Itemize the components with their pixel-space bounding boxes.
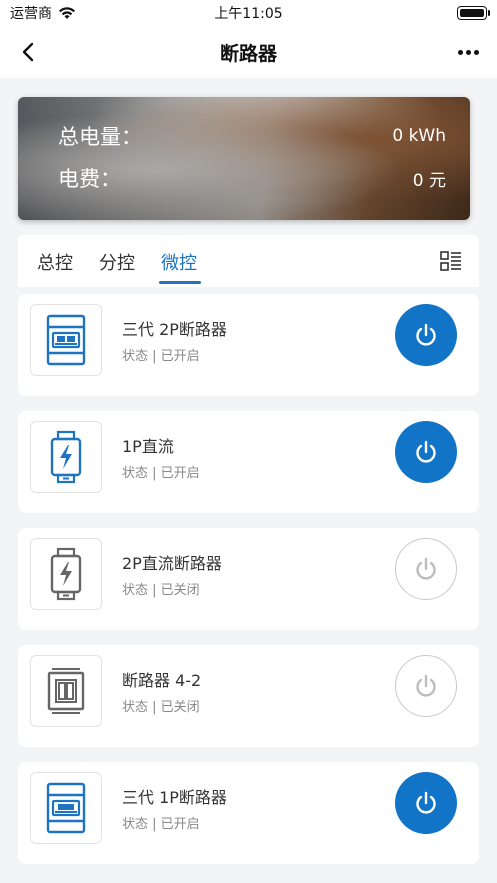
device-card[interactable]: 三代 1P断路器 状态 | 已开启 [18,762,479,864]
more-dot-icon [473,49,479,55]
control-tabs: 总控 分控 微控 [18,235,479,287]
energy-summary-card: 总电量： 0 kWh 电费： 0 元 [18,97,470,220]
status-bar: 运营商 上午11:05 [0,0,497,26]
tab-micro-control[interactable]: 微控 [161,249,197,275]
electricity-fee-row: 电费： 0 元 [58,163,446,193]
device-icon-box [30,538,102,610]
electricity-fee-label: 电费： [58,167,121,191]
device-icon-box [30,304,102,376]
power-icon [416,791,436,814]
breaker-gen3-icon [46,782,86,834]
device-icon-box [30,655,102,727]
breaker-panel-icon [47,668,85,714]
breaker-gen3-icon [46,314,86,366]
power-toggle-button[interactable] [395,655,457,717]
power-icon [416,674,436,697]
status-left: 运营商 [10,3,76,23]
list-view-icon[interactable] [439,249,463,273]
device-icon-box [30,772,102,844]
tab-sub-control[interactable]: 分控 [99,249,135,275]
device-status: 状态 | 已开启 [122,466,200,481]
total-energy-row: 总电量： 0 kWh [58,121,446,151]
more-dot-icon [457,49,463,55]
device-name: 三代 1P断路器 [122,788,227,807]
device-card[interactable]: 2P直流断路器 状态 | 已关闭 [18,528,479,630]
power-toggle-button[interactable] [395,538,457,600]
active-tab-indicator [159,281,201,284]
device-name: 断路器 4-2 [122,671,202,690]
device-status: 状态 | 已关闭 [122,583,200,598]
total-energy-label: 总电量： [58,125,142,149]
tab-master-control[interactable]: 总控 [37,249,73,275]
power-icon [416,440,436,463]
power-toggle-button[interactable] [395,421,457,483]
device-status: 状态 | 已开启 [122,349,200,364]
more-options-button[interactable] [453,38,483,66]
nav-bar: 断路器 [0,26,497,78]
power-icon [416,323,436,346]
device-status: 状态 | 已关闭 [122,700,200,715]
device-name: 1P直流 [122,437,174,456]
dc-breaker-icon [50,547,82,601]
wifi-icon [59,7,75,19]
device-card[interactable]: 三代 2P断路器 状态 | 已开启 [18,294,479,396]
device-card[interactable]: 断路器 4-2 状态 | 已关闭 [18,645,479,747]
electricity-fee-value: 0 元 [412,170,446,191]
dc-breaker-icon [50,430,82,484]
battery-icon [457,6,490,20]
power-toggle-button[interactable] [395,304,457,366]
device-card[interactable]: 1P直流 状态 | 已开启 [18,411,479,513]
more-dot-icon [465,49,471,55]
carrier-label: 运营商 [10,6,52,22]
total-energy-value: 0 kWh [392,126,446,146]
page-title: 断路器 [219,42,277,65]
back-button[interactable] [14,38,42,66]
power-toggle-button[interactable] [395,772,457,834]
device-status: 状态 | 已开启 [122,817,200,832]
device-name: 三代 2P断路器 [122,320,227,339]
power-icon [416,557,436,580]
device-name: 2P直流断路器 [122,554,222,573]
device-icon-box [30,421,102,493]
chevron-left-icon [22,42,34,62]
